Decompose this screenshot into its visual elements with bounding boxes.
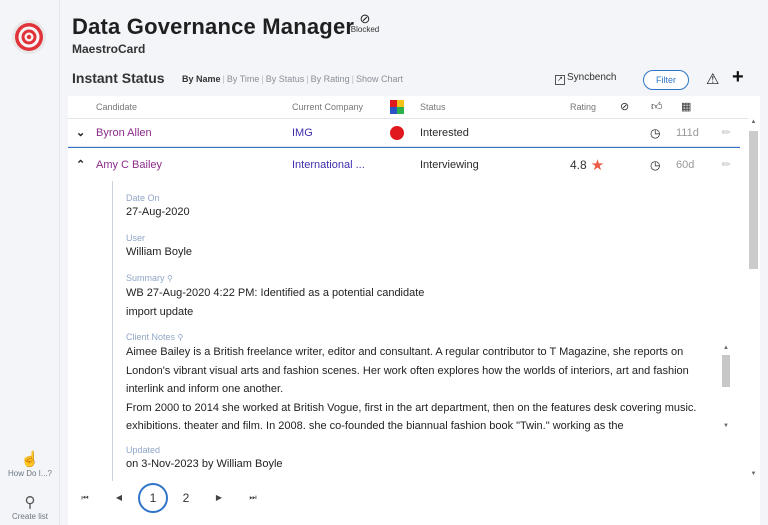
updated-value: on 3-Nov-2023 by William Boyle (126, 458, 283, 470)
how-do-i-button[interactable]: ☝ How Do I...? (0, 451, 60, 479)
notes-paragraph-1: Aimee Bailey is a British freelance writ… (126, 346, 689, 395)
app-logo[interactable] (12, 20, 46, 54)
thumbs-up-icon[interactable]: 👍︎ (651, 96, 663, 118)
app-title: Data Governance Manager (72, 14, 355, 39)
column-rating[interactable]: Rating (570, 96, 596, 118)
status-color-dot (390, 125, 404, 140)
status-cell: Interested (420, 126, 469, 139)
tab-by-rating[interactable]: By Rating (311, 74, 350, 84)
search-icon[interactable]: ⚲ (167, 274, 173, 283)
edit-pencil-icon[interactable]: ✎ (719, 125, 734, 140)
instant-status-panel: Instant Status By Name | By Time | By St… (60, 62, 768, 525)
blocked-label: Blocked (350, 25, 380, 34)
left-rail: ☝ How Do I...? ⚲ Create list (0, 0, 60, 525)
notes-paragraph-2: From 2000 to 2014 she worked at British … (126, 401, 697, 433)
days-cell: 60d (676, 158, 695, 171)
syncbench-label: Syncbench (567, 72, 617, 83)
rating-value: 4.8 (570, 157, 587, 172)
date-on-label: Date On (126, 193, 160, 203)
column-candidate[interactable]: Candidate (96, 96, 137, 118)
main-scrollbar[interactable]: ▲ ▼ (748, 119, 759, 479)
company-name-cell[interactable]: International ... (292, 148, 365, 181)
clock-icon: ◷ (650, 125, 661, 140)
filter-button[interactable]: Filter (643, 70, 689, 90)
user-label: User (126, 233, 146, 243)
search-plus-icon: ⚲ (24, 494, 36, 511)
notes-scroll-thumb[interactable] (722, 355, 730, 387)
color-grid-icon[interactable] (390, 100, 404, 114)
candidate-name[interactable]: Byron Allen (96, 119, 152, 146)
edit-pencil-icon[interactable]: ✎ (719, 157, 734, 172)
main-scroll-thumb[interactable] (749, 131, 758, 269)
add-icon[interactable]: + (732, 66, 744, 89)
notes-scrollbar[interactable]: ▲ ▼ (722, 345, 730, 433)
view-tabs: By Name | By Time | By Status | By Ratin… (182, 74, 404, 84)
pagination: ⏮ ◀ 1 2 ▶ ⏭ (68, 483, 748, 514)
hand-pointer-icon: ☝ (20, 451, 40, 468)
summary-line-2: import update (126, 306, 194, 318)
days-cell: 111d (676, 126, 699, 139)
prev-page-icon[interactable]: ◀ (112, 484, 126, 512)
scroll-down-icon[interactable]: ▼ (722, 423, 730, 429)
scroll-up-icon[interactable]: ▲ (748, 119, 759, 125)
detail-divider (112, 181, 113, 481)
user-value: William Boyle (126, 246, 193, 258)
blocked-column-icon[interactable]: ⊘ (620, 96, 629, 118)
panel-title: Instant Status (72, 70, 165, 86)
syncbench-icon: ↗ (555, 75, 565, 85)
status-cell: Interviewing (420, 158, 479, 171)
target-logo-icon (15, 23, 43, 51)
search-icon[interactable]: ⚲ (178, 333, 184, 342)
expand-chevron-icon[interactable]: ⌄ (76, 126, 85, 139)
page-button-current[interactable]: 1 (138, 483, 168, 513)
app-header: Data Governance Manager ⊘ Blocked Maestr… (60, 0, 768, 62)
clock-icon: ◷ (650, 157, 661, 172)
page-button[interactable]: 2 (178, 484, 194, 512)
company-name: MaestroCard (72, 42, 146, 56)
scroll-up-icon[interactable]: ▲ (722, 345, 730, 351)
updated-label: Updated (126, 445, 161, 455)
tab-by-name[interactable]: By Name (182, 74, 221, 84)
summary-label: Summary ⚲ (126, 273, 173, 283)
scroll-down-icon[interactable]: ▼ (748, 471, 759, 477)
client-notes-text[interactable]: Aimee Bailey is a British freelance writ… (126, 343, 718, 435)
company-name-cell[interactable]: IMG (292, 119, 313, 146)
tab-by-status[interactable]: By Status (266, 74, 305, 84)
tab-by-time[interactable]: By Time (227, 74, 260, 84)
star-icon: ★ (590, 156, 605, 174)
warning-icon[interactable]: ⚠ (706, 70, 719, 88)
table-row[interactable]: ⌄ Byron Allen IMG Interested ◷ 111d ✎ (68, 119, 740, 147)
create-list-button[interactable]: ⚲ Create list (0, 494, 60, 522)
calendar-icon[interactable]: ▦ (681, 96, 691, 118)
blocked-toggle[interactable]: ⊘ Blocked (346, 12, 384, 34)
candidate-name[interactable]: Amy C Bailey (96, 148, 162, 181)
column-status[interactable]: Status (420, 96, 446, 118)
client-notes-label: Client Notes ⚲ (126, 332, 184, 342)
create-list-label: Create list (11, 512, 48, 521)
first-page-icon[interactable]: ⏮ (78, 484, 92, 512)
syncbench-button[interactable]: ↗ Syncbench (555, 72, 616, 85)
column-company[interactable]: Current Company (292, 96, 363, 118)
next-page-icon[interactable]: ▶ (212, 484, 226, 512)
blocked-icon: ⊘ (359, 11, 371, 26)
last-page-icon[interactable]: ⏭ (246, 484, 260, 512)
how-do-i-label: How Do I...? (7, 469, 52, 478)
status-toolbar: Instant Status By Name | By Time | By St… (68, 62, 760, 96)
collapse-chevron-icon[interactable]: ⌃ (76, 158, 85, 171)
date-on-value: 27-Aug-2020 (126, 206, 190, 218)
summary-line-1: WB 27-Aug-2020 4:22 PM: Identified as a … (126, 287, 425, 299)
panel-content: Instant Status By Name | By Time | By St… (68, 62, 760, 525)
table-row-expanded[interactable]: ⌃ Amy C Bailey International ... Intervi… (68, 147, 740, 181)
tab-show-chart[interactable]: Show Chart (356, 74, 403, 84)
